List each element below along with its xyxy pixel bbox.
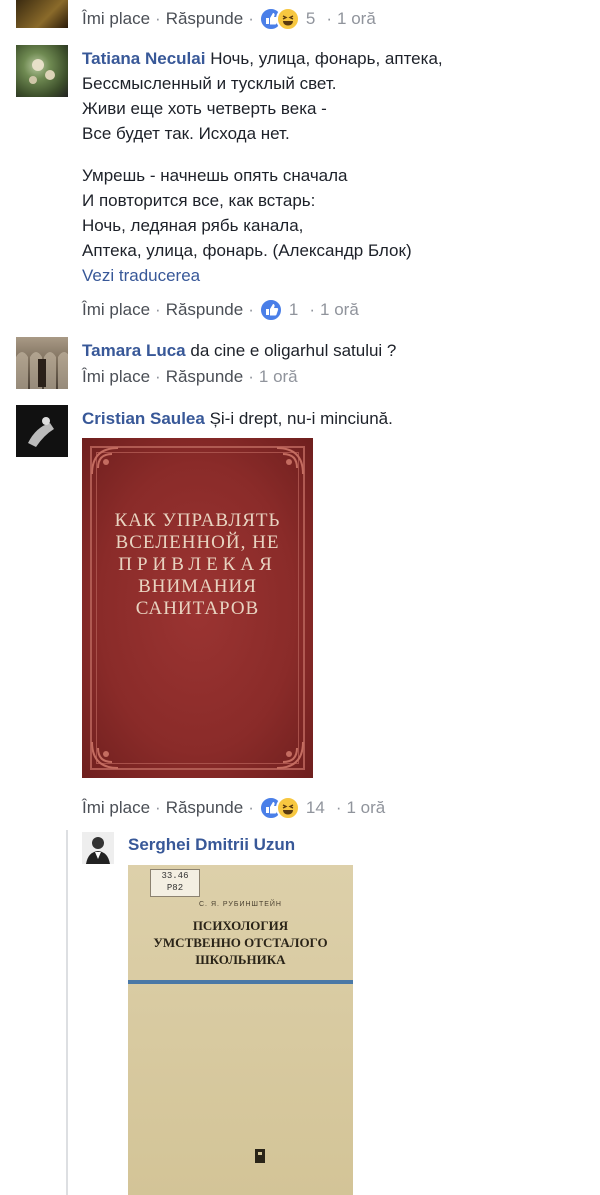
ornament-icon [276, 447, 304, 475]
book-title-line: ВНИМАНИЯ [138, 576, 257, 597]
arches-avatar-image [16, 352, 68, 389]
like-link[interactable]: Îmi place [82, 367, 150, 387]
book-blue-stripe [128, 980, 353, 984]
book-title: КАК УПРАВЛЯТЬ ВСЕЛЕННОЙ, НЕ ПРИВЛЕКАЯ ВН… [82, 510, 313, 620]
publisher-logo-icon [255, 1149, 265, 1163]
comment-body: Tatiana Neculai Ночь, улица, фонарь, апт… [82, 46, 592, 288]
book-author: С. Я. РУБИНШТЕЙН [199, 901, 282, 908]
comment-text: И повторится все, как встарь: [82, 191, 316, 210]
sticker-line: Р82 [166, 883, 184, 893]
avatar[interactable] [16, 0, 68, 28]
book-title-line: ВСЕЛЕННОЙ, НЕ [115, 532, 280, 553]
comment-body: Tamara Luca da cine e oligarhul satului … [82, 338, 592, 363]
reactions[interactable] [258, 796, 300, 820]
portrait-avatar-image [86, 837, 110, 864]
like-link[interactable]: Îmi place [82, 300, 150, 320]
timestamp[interactable]: 1 oră [320, 300, 359, 320]
book-title: ПСИХОЛОГИЯ УМСТВЕННО ОТСТАЛОГО ШКОЛЬНИКА [128, 917, 353, 968]
author-name[interactable]: Serghei Dmitrii Uzun [128, 835, 295, 854]
see-translation-link[interactable]: Vezi traducerea [82, 263, 592, 288]
like-reaction-icon [258, 298, 283, 322]
separator-dot: · [155, 300, 161, 319]
timestamp[interactable]: 1 oră [346, 798, 385, 818]
ornament-icon [91, 447, 119, 475]
separator-dot: · [155, 9, 161, 28]
comment-text: Ночь, улица, фонарь, аптека, [210, 49, 443, 68]
separator-dot: · [155, 367, 161, 386]
reactions[interactable] [258, 298, 283, 322]
comment-text: da cine e oligarhul satului ? [190, 341, 397, 360]
comment-actions: Îmi place · Răspunde · 5 · 1 oră [82, 7, 376, 31]
author-name[interactable]: Tamara Luca [82, 341, 186, 360]
separator-dot: · [326, 9, 333, 28]
comment-text: Și-i drept, nu-i minciună. [209, 409, 393, 428]
timestamp[interactable]: 1 oră [337, 9, 376, 29]
attached-image-book[interactable]: КАК УПРАВЛЯТЬ ВСЕЛЕННОЙ, НЕ ПРИВЛЕКАЯ ВН… [82, 438, 313, 778]
reply-link[interactable]: Răspunde [166, 300, 244, 320]
separator-dot: · [248, 300, 254, 319]
like-link[interactable]: Îmi place [82, 9, 150, 29]
comment-actions: Îmi place · Răspunde · 1 · 1 oră [82, 298, 359, 322]
sticker-line: 33.46 [161, 871, 189, 881]
comment-text: Умрешь - начнешь опять сначала [82, 166, 348, 185]
timestamp[interactable]: 1 oră [259, 367, 298, 387]
reply-link[interactable]: Răspunde [166, 367, 244, 387]
reply-link[interactable]: Răspunde [166, 798, 244, 818]
attached-image-book[interactable]: 33.46 Р82 С. Я. РУБИНШТЕЙН ПСИХОЛОГИЯ УМ… [128, 865, 353, 1195]
comment-body: Serghei Dmitrii Uzun [128, 832, 295, 857]
book-title-line: ПСИХОЛОГИЯ [192, 918, 289, 933]
author-name[interactable]: Cristian Saulea [82, 409, 205, 428]
separator-dot: · [248, 798, 254, 817]
reply-link[interactable]: Răspunde [166, 9, 244, 29]
flower-avatar-image [29, 59, 55, 84]
haha-reaction-icon [275, 796, 300, 820]
avatar[interactable] [16, 337, 68, 389]
separator-dot: · [309, 300, 316, 319]
guitarist-avatar-image [28, 417, 54, 447]
book-title-line: УМСТВЕННО ОТСТАЛОГО [153, 935, 328, 950]
ornament-icon [91, 741, 119, 769]
separator-dot: · [248, 9, 254, 28]
comment-text: Бессмысленный и тусклый свет. [82, 74, 337, 93]
reaction-count[interactable]: 1 [289, 300, 298, 320]
haha-reaction-icon [275, 7, 300, 31]
reaction-count[interactable]: 14 [306, 798, 325, 818]
separator-dot: · [155, 798, 161, 817]
comment-text: Все будет так. Исхода нет. [82, 124, 290, 143]
reaction-count[interactable]: 5 [306, 9, 315, 29]
comment-text: Живи еще хоть четверть века - [82, 99, 327, 118]
book-title-line: САНИТАРОВ [135, 598, 260, 619]
like-link[interactable]: Îmi place [82, 798, 150, 818]
book-title-line: ШКОЛЬНИКА [195, 952, 286, 967]
avatar[interactable] [82, 832, 114, 864]
ornament-icon [276, 741, 304, 769]
comment-actions: Îmi place · Răspunde · 1 oră [82, 367, 298, 387]
author-name[interactable]: Tatiana Neculai [82, 49, 205, 68]
book-title-line: КАК УПРАВЛЯТЬ [114, 510, 281, 531]
comment-text: Аптека, улица, фонарь. (Александр Блок) [82, 241, 412, 260]
reactions[interactable] [258, 7, 300, 31]
comment-actions: Îmi place · Răspunde · 14 · 1 oră [82, 796, 385, 820]
avatar[interactable] [16, 405, 68, 457]
comment-text: Ночь, ледяная рябь канала, [82, 216, 304, 235]
separator-dot: · [335, 798, 342, 817]
library-sticker: 33.46 Р82 [150, 869, 200, 897]
reply-thread-line [66, 830, 68, 1195]
comment-body: Cristian Saulea Și-i drept, nu-i minciun… [82, 406, 592, 431]
avatar[interactable] [16, 45, 68, 97]
book-title-line: ПРИВЛЕКАЯ [118, 554, 277, 575]
separator-dot: · [248, 367, 254, 386]
